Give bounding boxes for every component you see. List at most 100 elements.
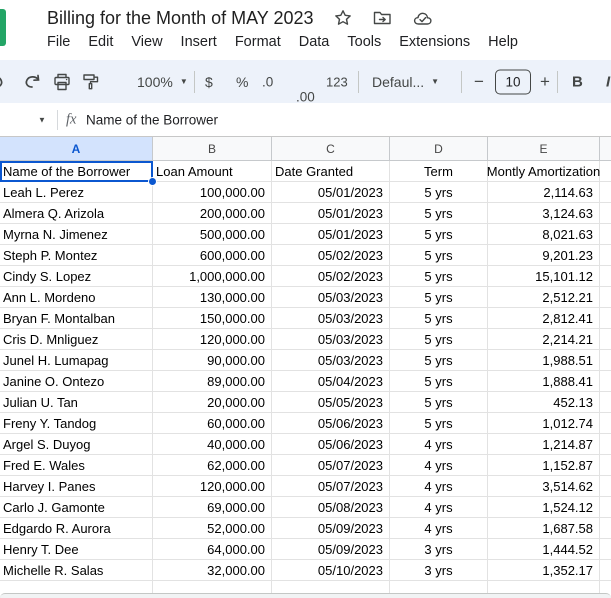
- cell[interactable]: 200,000.00: [153, 203, 272, 224]
- column-header-c[interactable]: C: [272, 137, 390, 160]
- cell[interactable]: 600,000.00: [153, 245, 272, 266]
- cell[interactable]: 3 yrs: [390, 539, 488, 560]
- star-icon[interactable]: [334, 9, 352, 27]
- cell[interactable]: [600, 539, 611, 560]
- menu-format[interactable]: Format: [226, 31, 290, 53]
- cell[interactable]: 05/03/2023: [272, 329, 390, 350]
- column-header-b[interactable]: B: [153, 137, 272, 160]
- cell[interactable]: [600, 266, 611, 287]
- move-folder-icon[interactable]: [373, 10, 392, 26]
- cell[interactable]: 1,214.87: [488, 434, 600, 455]
- cell[interactable]: 05/09/2023: [272, 539, 390, 560]
- cell[interactable]: 1,012.74: [488, 413, 600, 434]
- cell[interactable]: Loan Amount: [153, 161, 272, 182]
- cell[interactable]: 1,152.87: [488, 455, 600, 476]
- cell[interactable]: Carlo J. Gamonte: [0, 497, 153, 518]
- cell[interactable]: 5 yrs: [390, 350, 488, 371]
- cell[interactable]: [600, 518, 611, 539]
- sheets-logo-icon[interactable]: [0, 9, 6, 46]
- cell[interactable]: 4 yrs: [390, 455, 488, 476]
- cell[interactable]: 100,000.00: [153, 182, 272, 203]
- cell[interactable]: [600, 161, 611, 182]
- cell[interactable]: 69,000.00: [153, 497, 272, 518]
- column-header-a[interactable]: A: [0, 137, 153, 160]
- cell[interactable]: 05/06/2023: [272, 413, 390, 434]
- cell[interactable]: [600, 371, 611, 392]
- cell[interactable]: 130,000.00: [153, 287, 272, 308]
- print-icon[interactable]: [53, 73, 71, 91]
- more-formats-button[interactable]: 123: [326, 74, 348, 89]
- cell[interactable]: 52,000.00: [153, 518, 272, 539]
- cell[interactable]: 5 yrs: [390, 371, 488, 392]
- cell[interactable]: [600, 350, 611, 371]
- currency-format-button[interactable]: $: [205, 74, 213, 90]
- cell[interactable]: 5 yrs: [390, 203, 488, 224]
- cell[interactable]: 05/05/2023: [272, 392, 390, 413]
- cell[interactable]: Name of the Borrower: [0, 161, 157, 186]
- italic-button[interactable]: I: [606, 73, 610, 90]
- cell[interactable]: 1,444.52: [488, 539, 600, 560]
- cell[interactable]: 60,000.00: [153, 413, 272, 434]
- cell[interactable]: 4 yrs: [390, 476, 488, 497]
- cell[interactable]: 3 yrs: [390, 560, 488, 581]
- cell[interactable]: 64,000.00: [153, 539, 272, 560]
- menu-file[interactable]: File: [38, 31, 79, 53]
- cell[interactable]: [600, 308, 611, 329]
- cell[interactable]: 5 yrs: [390, 392, 488, 413]
- cell[interactable]: 15,101.12: [488, 266, 600, 287]
- cell[interactable]: Term: [390, 161, 488, 182]
- undo-icon[interactable]: [0, 74, 6, 90]
- cell[interactable]: 5 yrs: [390, 224, 488, 245]
- cell[interactable]: [0, 581, 153, 593]
- cell[interactable]: 1,988.51: [488, 350, 600, 371]
- cell[interactable]: [600, 329, 611, 350]
- column-header-d[interactable]: D: [390, 137, 488, 160]
- bold-button[interactable]: B: [572, 73, 583, 90]
- menu-insert[interactable]: Insert: [172, 31, 226, 53]
- document-title[interactable]: Billing for the Month of MAY 2023: [47, 8, 313, 29]
- decrease-font-size-button[interactable]: −: [474, 72, 484, 92]
- increase-font-size-button[interactable]: +: [540, 72, 550, 92]
- cell[interactable]: 05/09/2023: [272, 518, 390, 539]
- cell[interactable]: 4 yrs: [390, 434, 488, 455]
- cell[interactable]: [600, 455, 611, 476]
- cell[interactable]: 05/04/2023: [272, 371, 390, 392]
- paint-format-icon[interactable]: [82, 73, 100, 91]
- cell[interactable]: 2,114.63: [488, 182, 600, 203]
- cell[interactable]: 05/01/2023: [272, 203, 390, 224]
- cell[interactable]: [272, 581, 390, 593]
- cell[interactable]: Junel H. Lumapag: [0, 350, 153, 371]
- cell[interactable]: Bryan F. Montalban: [0, 308, 153, 329]
- cell[interactable]: 5 yrs: [390, 329, 488, 350]
- cell[interactable]: 2,812.41: [488, 308, 600, 329]
- cell[interactable]: Cris D. Mnliguez: [0, 329, 153, 350]
- cell[interactable]: 5 yrs: [390, 245, 488, 266]
- cell[interactable]: 05/03/2023: [272, 308, 390, 329]
- cell[interactable]: [600, 392, 611, 413]
- fill-handle[interactable]: [148, 177, 157, 186]
- cell[interactable]: [600, 497, 611, 518]
- cell[interactable]: 4 yrs: [390, 518, 488, 539]
- cell[interactable]: 20,000.00: [153, 392, 272, 413]
- cell[interactable]: 1,000,000.00: [153, 266, 272, 287]
- cell[interactable]: Edgardo R. Aurora: [0, 518, 153, 539]
- cell[interactable]: Michelle R. Salas: [0, 560, 153, 581]
- menu-help[interactable]: Help: [479, 31, 527, 53]
- cell[interactable]: 05/01/2023: [272, 224, 390, 245]
- cell[interactable]: [600, 245, 611, 266]
- cell[interactable]: 05/10/2023: [272, 560, 390, 581]
- cell[interactable]: Julian U. Tan: [0, 392, 153, 413]
- cell[interactable]: Myrna N. Jimenez: [0, 224, 153, 245]
- cell[interactable]: Fred E. Wales: [0, 455, 153, 476]
- cell[interactable]: Almera Q. Arizola: [0, 203, 153, 224]
- cell[interactable]: [600, 203, 611, 224]
- cell[interactable]: Harvey I. Panes: [0, 476, 153, 497]
- cell[interactable]: 9,201.23: [488, 245, 600, 266]
- cell[interactable]: 2,512.21: [488, 287, 600, 308]
- cell[interactable]: [153, 581, 272, 593]
- cell[interactable]: 05/08/2023: [272, 497, 390, 518]
- cell[interactable]: 1,687.58: [488, 518, 600, 539]
- cell[interactable]: 05/06/2023: [272, 434, 390, 455]
- cell[interactable]: 89,000.00: [153, 371, 272, 392]
- column-header-e[interactable]: E: [488, 137, 600, 160]
